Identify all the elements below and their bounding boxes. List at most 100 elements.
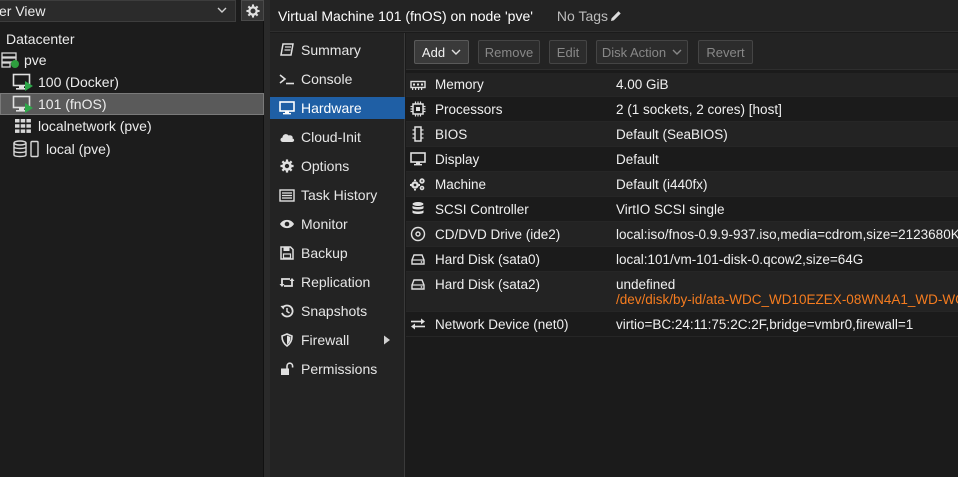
nav-item-replication[interactable]: Replication	[270, 271, 405, 293]
tree-item-node-pve[interactable]: pve	[0, 49, 264, 71]
tree-item-label: localnetwork (pve)	[38, 118, 152, 134]
hardware-value: virtio=BC:24:11:75:2C:2F,bridge=vmbr0,fi…	[616, 316, 914, 332]
hardware-row-display[interactable]: Display Default	[406, 147, 958, 172]
hardware-name: Hard Disk (sata0)	[435, 251, 541, 267]
cogs-icon	[409, 176, 427, 192]
tree-item-local-storage[interactable]: local (pve)	[0, 138, 264, 160]
nav-item-options[interactable]: Options	[270, 155, 405, 177]
hardware-row-memory[interactable]: Memory 4.00 GiB	[406, 73, 958, 97]
hardware-name: BIOS	[435, 126, 468, 142]
hardware-name: Memory	[435, 77, 484, 92]
hardware-value: Default (SeaBIOS)	[616, 126, 728, 142]
edit-button-label: Edit	[556, 44, 580, 60]
chevron-down-icon	[217, 7, 227, 13]
cpu-icon	[409, 101, 427, 117]
nav-item-firewall[interactable]: Firewall	[270, 329, 405, 351]
hardware-row-network-device[interactable]: Network Device (net0) virtio=BC:24:11:75…	[406, 312, 958, 337]
chevron-down-icon	[451, 49, 461, 55]
nav-item-hardware[interactable]: Hardware	[270, 97, 405, 119]
hardware-row-machine[interactable]: Machine Default (i440fx)	[406, 172, 958, 197]
nav-item-label: Options	[301, 158, 350, 174]
memory-icon	[409, 77, 427, 93]
network-grid-icon	[12, 116, 34, 136]
chevron-down-icon	[672, 49, 682, 55]
hardware-grid: Memory 4.00 GiB Processors 2 (1 sockets,…	[406, 71, 958, 477]
storage-icon	[12, 139, 42, 159]
hardware-row-bios[interactable]: BIOS Default (SeaBIOS)	[406, 122, 958, 147]
desktop-icon	[409, 151, 427, 167]
nav-item-snapshots[interactable]: Snapshots	[270, 300, 405, 322]
retweet-icon	[278, 273, 296, 291]
hardware-name: SCSI Controller	[435, 201, 529, 217]
view-settings-button[interactable]	[241, 0, 264, 21]
hardware-name: Processors	[435, 101, 503, 117]
hardware-value: local:iso/fnos-0.9.9-937.iso,media=cdrom…	[616, 226, 958, 242]
nav-item-backup[interactable]: Backup	[270, 242, 405, 264]
vm-running-icon	[12, 72, 34, 92]
nav-item-permissions[interactable]: Permissions	[270, 358, 405, 380]
chip-icon	[409, 126, 427, 142]
view-selector-label: er View	[0, 3, 46, 19]
nav-item-label: Cloud-Init	[301, 129, 361, 145]
hardware-name: Display	[435, 151, 480, 167]
view-selector[interactable]: er View	[0, 0, 236, 22]
remove-button-label: Remove	[484, 44, 534, 60]
list-icon	[278, 186, 296, 204]
remove-button[interactable]: Remove	[478, 40, 540, 64]
nav-item-label: Summary	[301, 42, 361, 58]
terminal-icon	[278, 70, 296, 88]
hardware-value: undefined	[616, 277, 676, 292]
tree-item-label: 101 (fnOS)	[38, 96, 107, 112]
nav-item-cloud-init[interactable]: Cloud-Init	[270, 126, 405, 148]
history-icon	[278, 302, 296, 320]
hardware-row-cdrom[interactable]: CD/DVD Drive (ide2) local:iso/fnos-0.9.9…	[406, 222, 958, 247]
tags-editor[interactable]: No Tags	[557, 8, 622, 24]
nav-item-label: Console	[301, 71, 353, 87]
resource-tree-panel: er View Datacenter pve 100 (Docker) 101 …	[0, 0, 264, 477]
hardware-value: Default (i440fx)	[616, 176, 708, 192]
disk-action-button-label: Disk Action	[601, 44, 667, 60]
nav-item-task-history[interactable]: Task History	[270, 184, 405, 206]
hardware-pending-value: /dev/disk/by-id/ata-WDC_WD10EZEX-08WN4A1…	[616, 292, 958, 307]
hardware-row-processors[interactable]: Processors 2 (1 sockets, 2 cores) [host]	[406, 97, 958, 122]
hardware-value: local:101/vm-101-disk-0.qcow2,size=64G	[616, 251, 864, 267]
nav-item-label: Hardware	[301, 100, 362, 116]
tree-item-label: local (pve)	[46, 141, 111, 157]
tree-item-label: 100 (Docker)	[38, 74, 119, 90]
gear-icon	[278, 157, 296, 175]
hardware-value: Default	[616, 151, 659, 167]
vm-config-nav: Summary Console Hardware Cloud-Init Opti…	[270, 33, 405, 477]
eye-icon	[278, 215, 296, 233]
add-button[interactable]: Add	[414, 40, 469, 64]
nav-item-summary[interactable]: Summary	[270, 39, 405, 61]
hardware-row-hard-disk-sata2[interactable]: Hard Disk (sata2) undefined /dev/disk/by…	[406, 272, 958, 312]
cdrom-icon	[409, 226, 427, 242]
nav-item-label: Replication	[301, 274, 371, 290]
hdd-icon	[409, 251, 427, 267]
page-title: Virtual Machine 101 (fnOS) on node 'pve'	[278, 7, 533, 24]
database-icon	[409, 201, 427, 217]
disk-action-button[interactable]: Disk Action	[596, 40, 688, 64]
floppy-icon	[278, 244, 296, 262]
revert-button[interactable]: Revert	[698, 40, 753, 64]
hardware-row-scsi-controller[interactable]: SCSI Controller VirtIO SCSI single	[406, 197, 958, 222]
unlock-icon	[278, 360, 296, 378]
book-icon	[278, 41, 296, 59]
hardware-row-hard-disk-sata0[interactable]: Hard Disk (sata0) local:101/vm-101-disk-…	[406, 247, 958, 272]
desktop-icon	[278, 99, 296, 117]
hardware-value: 2 (1 sockets, 2 cores) [host]	[616, 101, 782, 117]
hardware-name: Network Device (net0)	[435, 316, 569, 332]
tree-item-datacenter[interactable]: Datacenter	[0, 28, 264, 50]
cloud-icon	[278, 128, 296, 146]
tree-item-vm-100[interactable]: 100 (Docker)	[0, 71, 264, 93]
hardware-name: Hard Disk (sata2)	[435, 276, 541, 292]
tree-item-vm-101[interactable]: 101 (fnOS)	[0, 93, 264, 115]
chevron-right-icon[interactable]	[383, 335, 391, 345]
edit-button[interactable]: Edit	[549, 40, 587, 64]
nav-item-label: Task History	[301, 187, 378, 203]
tree-item-localnetwork[interactable]: localnetwork (pve)	[0, 115, 264, 137]
nav-item-console[interactable]: Console	[270, 68, 405, 90]
shield-icon	[278, 331, 296, 349]
pencil-icon[interactable]	[610, 10, 622, 22]
nav-item-monitor[interactable]: Monitor	[270, 213, 405, 235]
